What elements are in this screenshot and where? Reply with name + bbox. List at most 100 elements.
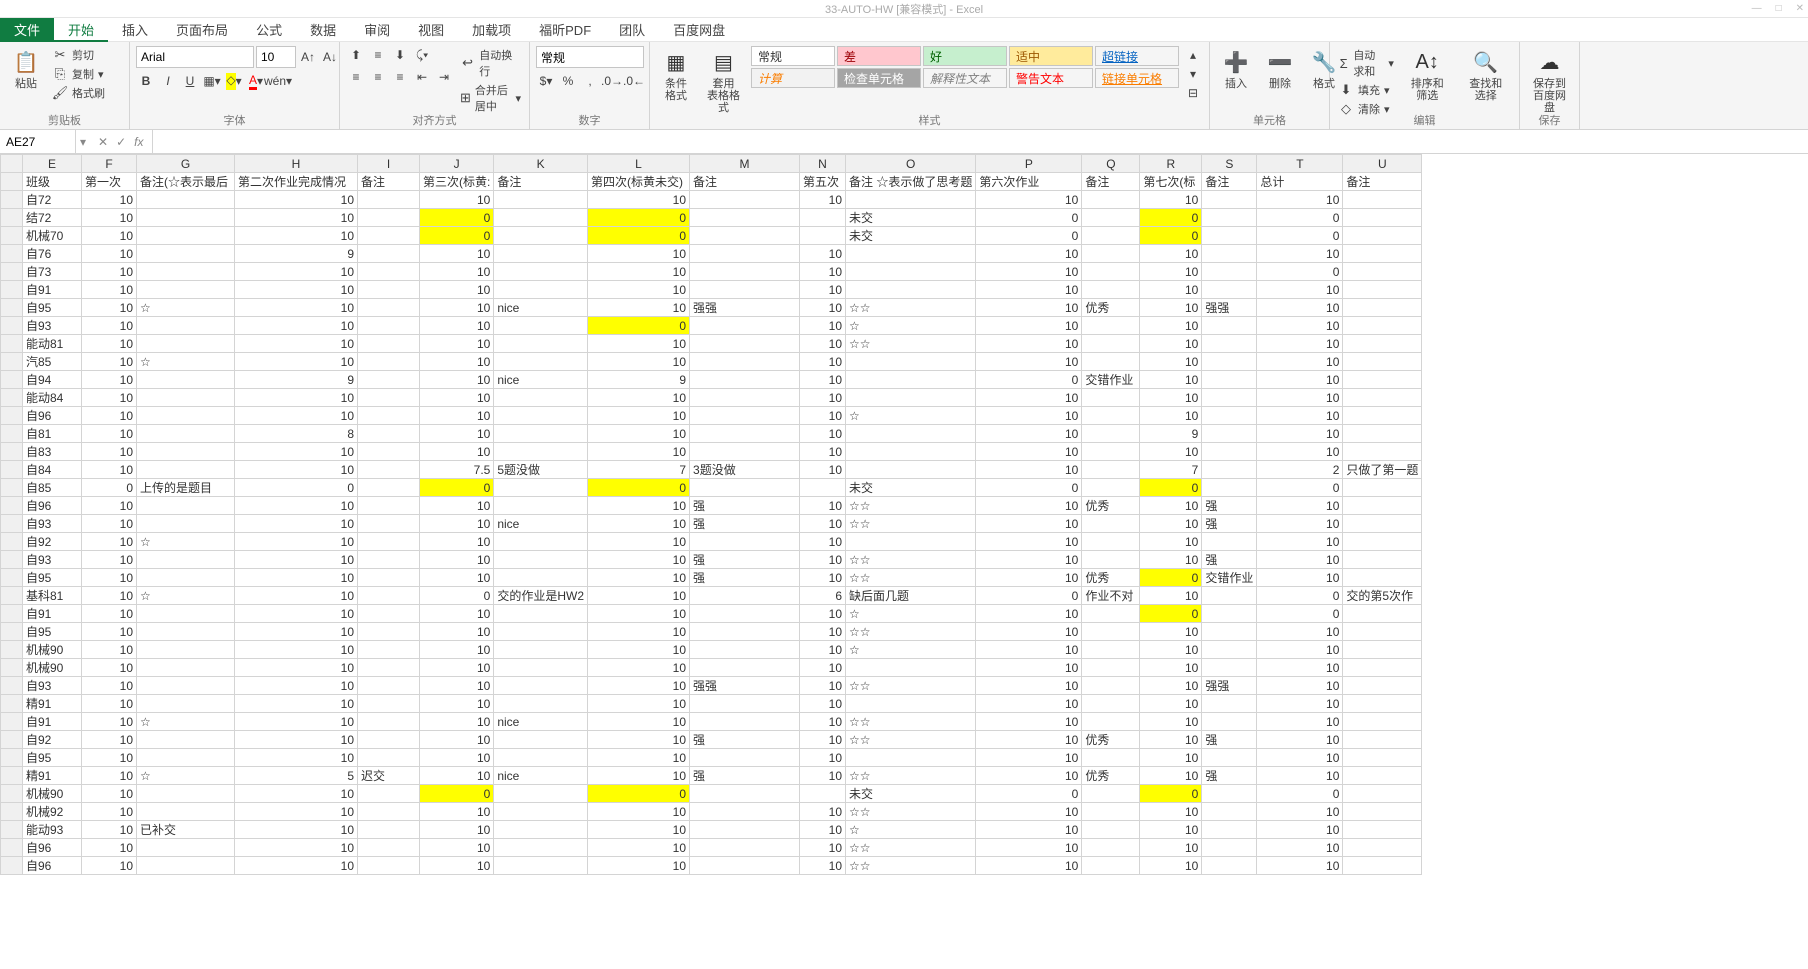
- cell[interactable]: 交错作业: [1202, 569, 1257, 587]
- cell[interactable]: [1082, 245, 1140, 263]
- row-header[interactable]: [1, 191, 23, 209]
- formula-input[interactable]: [153, 135, 1808, 149]
- cell[interactable]: 10: [1140, 551, 1202, 569]
- indent-dec-icon[interactable]: ⇤: [412, 68, 432, 86]
- cell[interactable]: 交的第5次作: [1343, 587, 1422, 605]
- row-header[interactable]: [1, 695, 23, 713]
- cell[interactable]: 10: [1140, 389, 1202, 407]
- cell[interactable]: 只做了第一题: [1343, 461, 1422, 479]
- cell[interactable]: 10: [82, 281, 137, 299]
- cell[interactable]: [1202, 749, 1257, 767]
- cell[interactable]: [358, 461, 420, 479]
- cell[interactable]: 5: [235, 767, 358, 785]
- cell[interactable]: 10: [1140, 803, 1202, 821]
- sort-button[interactable]: A↕排序和筛选: [1400, 46, 1455, 104]
- cell[interactable]: 10: [800, 605, 846, 623]
- cell[interactable]: 10: [82, 461, 137, 479]
- col-header-J[interactable]: J: [420, 155, 494, 173]
- cell[interactable]: 10: [800, 839, 846, 857]
- cell[interactable]: [494, 425, 588, 443]
- cell[interactable]: 10: [1257, 659, 1343, 677]
- row-header[interactable]: [1, 839, 23, 857]
- cell[interactable]: [1082, 515, 1140, 533]
- cell[interactable]: 10: [800, 371, 846, 389]
- cell[interactable]: [1343, 677, 1422, 695]
- cell[interactable]: [1082, 821, 1140, 839]
- row-header[interactable]: [1, 407, 23, 425]
- cell[interactable]: 10: [588, 353, 690, 371]
- cell[interactable]: 9: [1140, 425, 1202, 443]
- cell[interactable]: 10: [82, 209, 137, 227]
- cell[interactable]: 7: [588, 461, 690, 479]
- cell[interactable]: 自93: [23, 515, 82, 533]
- cell[interactable]: [137, 209, 235, 227]
- style-calc[interactable]: 计算: [751, 68, 835, 88]
- cell[interactable]: 10: [588, 281, 690, 299]
- cell[interactable]: 强: [1202, 497, 1257, 515]
- cell[interactable]: [137, 263, 235, 281]
- cell[interactable]: 10: [800, 749, 846, 767]
- style-explain[interactable]: 解释性文本: [923, 68, 1007, 88]
- cell[interactable]: [1082, 839, 1140, 857]
- cell[interactable]: [1082, 605, 1140, 623]
- cell[interactable]: [358, 641, 420, 659]
- cell[interactable]: 10: [588, 191, 690, 209]
- cell[interactable]: 10: [82, 335, 137, 353]
- cell[interactable]: [494, 659, 588, 677]
- cell[interactable]: 10: [976, 299, 1082, 317]
- cell[interactable]: 10: [235, 299, 358, 317]
- cell[interactable]: 10: [1140, 677, 1202, 695]
- row-header[interactable]: [1, 731, 23, 749]
- menu-tab-7[interactable]: 加载项: [458, 18, 525, 42]
- cell[interactable]: 10: [420, 857, 494, 875]
- cell[interactable]: [1202, 263, 1257, 281]
- inc-decimal-icon[interactable]: .0→: [602, 72, 622, 90]
- border-button[interactable]: ▦▾: [202, 72, 222, 90]
- baidu-save-button[interactable]: ☁保存到 百度网盘: [1526, 46, 1573, 116]
- cell[interactable]: [358, 263, 420, 281]
- cell[interactable]: 自95: [23, 749, 82, 767]
- cell[interactable]: nice: [494, 515, 588, 533]
- cell[interactable]: 10: [976, 191, 1082, 209]
- cell[interactable]: [494, 245, 588, 263]
- cell[interactable]: [1343, 623, 1422, 641]
- cell[interactable]: 10: [1257, 245, 1343, 263]
- cell[interactable]: [137, 839, 235, 857]
- cell[interactable]: 10: [1140, 191, 1202, 209]
- cell[interactable]: [690, 335, 800, 353]
- cell[interactable]: [494, 803, 588, 821]
- cell[interactable]: [494, 353, 588, 371]
- row-header[interactable]: [1, 551, 23, 569]
- cell[interactable]: [358, 623, 420, 641]
- cell[interactable]: 0: [420, 479, 494, 497]
- cell[interactable]: 基科81: [23, 587, 82, 605]
- cell[interactable]: 强强: [1202, 677, 1257, 695]
- style-check[interactable]: 检查单元格: [837, 68, 921, 88]
- align-left-icon[interactable]: ≡: [346, 68, 366, 86]
- cell[interactable]: 10: [588, 803, 690, 821]
- cell[interactable]: 0: [588, 227, 690, 245]
- cell[interactable]: [690, 641, 800, 659]
- cell[interactable]: 10: [800, 263, 846, 281]
- cell[interactable]: 强: [690, 497, 800, 515]
- cell[interactable]: 10: [588, 731, 690, 749]
- menu-tab-9[interactable]: 团队: [605, 18, 659, 42]
- cell[interactable]: [690, 695, 800, 713]
- col-header-M[interactable]: M: [690, 155, 800, 173]
- header-cell[interactable]: 班级: [23, 173, 82, 191]
- phonetic-button[interactable]: wén▾: [268, 72, 288, 90]
- cell[interactable]: 自83: [23, 443, 82, 461]
- style-linkcell[interactable]: 链接单元格: [1095, 68, 1179, 88]
- cell[interactable]: nice: [494, 299, 588, 317]
- align-top-icon[interactable]: ⬆: [346, 46, 366, 64]
- cell[interactable]: ☆: [137, 353, 235, 371]
- cell[interactable]: 10: [1257, 389, 1343, 407]
- cell[interactable]: [1202, 209, 1257, 227]
- header-cell[interactable]: 备注(☆表示最后: [137, 173, 235, 191]
- cell[interactable]: [358, 533, 420, 551]
- cell[interactable]: 0: [420, 209, 494, 227]
- cell[interactable]: 自93: [23, 317, 82, 335]
- cell[interactable]: 10: [976, 389, 1082, 407]
- cell[interactable]: [1082, 785, 1140, 803]
- cell[interactable]: 交的作业是HW2: [494, 587, 588, 605]
